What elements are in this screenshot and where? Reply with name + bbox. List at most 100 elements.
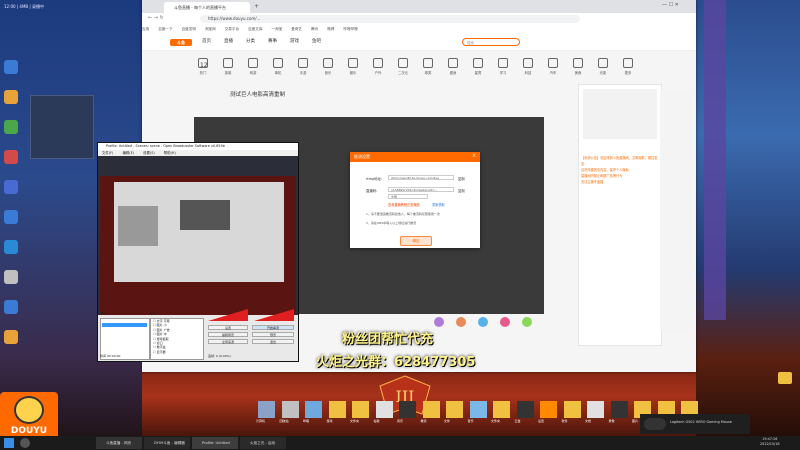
- app-icon[interactable]: [4, 150, 18, 164]
- app-icon[interactable]: [4, 180, 18, 194]
- category-item[interactable]: 手游: [292, 56, 314, 82]
- app-icon[interactable]: [4, 210, 18, 224]
- gift-icon[interactable]: [434, 317, 444, 327]
- gift-icon[interactable]: [522, 317, 532, 327]
- taskbar-app[interactable]: Profile: Untitled: [192, 437, 238, 449]
- sources-list[interactable]: ☐ 文字 字幕 ☐ 图片 小 ☐ 图片 广告 ☐ 图片 中 ☐ 游戏截取 ☐ 窗…: [150, 318, 204, 360]
- edit-scene-button[interactable]: 编辑场景: [208, 332, 248, 337]
- bookmark-item[interactable]: 百度文库: [248, 27, 262, 31]
- gift-icon[interactable]: [478, 317, 488, 327]
- category-item[interactable]: 科技: [517, 56, 539, 82]
- taskbar-app[interactable]: 火炬之光 - 启动: [240, 437, 286, 449]
- bookmark-item[interactable]: 微博: [327, 27, 334, 31]
- category-item[interactable]: 星秀: [467, 56, 489, 82]
- search-icon[interactable]: [20, 438, 30, 448]
- folder-icon[interactable]: [778, 372, 792, 384]
- desktop-file-icon[interactable]: [258, 401, 275, 418]
- source-item[interactable]: ☐ 显示器: [151, 350, 203, 354]
- taskbar-app[interactable]: DY09斗鱼 - 编辑器: [144, 437, 190, 449]
- browser-tab[interactable]: 斗鱼直播 - 每个人的直播平台: [164, 2, 250, 13]
- copy-rtmp-button[interactable]: 复制: [458, 176, 465, 181]
- bookmark-item[interactable]: 百度发明: [182, 27, 196, 31]
- close-icon[interactable]: ×: [472, 153, 476, 159]
- desktop-file-icon[interactable]: [516, 401, 534, 418]
- desktop-file-icon[interactable]: [563, 401, 581, 418]
- desktop-file-icon[interactable]: [352, 401, 369, 418]
- bookmark-item[interactable]: 一淘宝: [271, 27, 282, 31]
- app-icon[interactable]: [4, 120, 18, 134]
- obs-menu-item[interactable]: 设置(S): [143, 151, 155, 155]
- category-item[interactable]: 二次元: [392, 56, 414, 82]
- bookmark-item[interactable]: 爱奇艺: [291, 27, 302, 31]
- bookmark-item[interactable]: 交易平台: [225, 27, 239, 31]
- taskbar-clock[interactable]: 19:47:26 2022/10/18: [760, 437, 780, 447]
- desktop-file-icon[interactable]: [305, 401, 322, 418]
- taskbar-app[interactable]: 斗鱼直播 - 网页: [96, 437, 142, 449]
- gift-icon[interactable]: [500, 317, 510, 327]
- obs-menu-item[interactable]: 帮助(H): [164, 151, 176, 155]
- refresh-link[interactable]: 重新获取: [432, 202, 445, 207]
- desktop-file-icon[interactable]: [446, 401, 463, 418]
- category-item[interactable]: 美食: [567, 56, 589, 82]
- nav-item[interactable]: 分类: [246, 38, 255, 46]
- bookmark-item[interactable]: 淘宝网: [205, 27, 216, 31]
- app-icon[interactable]: [4, 270, 18, 284]
- desktop-file-icon[interactable]: [399, 401, 416, 418]
- app-icon[interactable]: [4, 90, 18, 104]
- tutorial-link[interactable]: 查看直播教程正常播放: [388, 202, 420, 207]
- category-item[interactable]: 健身: [442, 56, 464, 82]
- nav-item[interactable]: 赛事: [268, 38, 277, 46]
- exit-button[interactable]: 退出: [252, 339, 294, 344]
- category-item[interactable]: 音乐: [317, 56, 339, 82]
- nav-item[interactable]: 鱼吧: [312, 38, 321, 46]
- new-tab-icon[interactable]: +: [254, 3, 259, 10]
- category-item[interactable]: 娱乐: [342, 56, 364, 82]
- preview-button[interactable]: 预览: [252, 332, 294, 337]
- nav-item[interactable]: 首页: [202, 38, 211, 46]
- douyu-site-logo[interactable]: 斗鱼: [170, 39, 192, 46]
- rtmp-field[interactable]: rtmp://sendtc3a.douyu.com/live: [388, 175, 454, 180]
- desktop-file-icon[interactable]: [610, 401, 628, 418]
- start-stream-button[interactable]: 开始串流: [252, 325, 294, 330]
- bookmark-item[interactable]: 腾讯: [311, 27, 318, 31]
- window-controls-icon[interactable]: — ☐ ✕: [662, 2, 679, 8]
- category-item[interactable]: 球类: [417, 56, 439, 82]
- desktop-file-icon[interactable]: [587, 401, 604, 418]
- obs-menu-item[interactable]: 文件(F): [102, 151, 113, 155]
- confirm-button[interactable]: 确定: [400, 236, 432, 246]
- code-field[interactable]: 1156890rVb5c41?wsSecret=...: [388, 187, 454, 192]
- category-item[interactable]: 网游: [242, 56, 264, 82]
- global-sources-button[interactable]: 全局来源: [208, 339, 248, 344]
- category-item[interactable]: 学习: [492, 56, 514, 82]
- copy-code-button[interactable]: 复制: [458, 188, 465, 193]
- app-icon[interactable]: [4, 60, 18, 74]
- nav-item[interactable]: 游戏: [290, 38, 299, 46]
- desktop-file-icon[interactable]: [375, 401, 393, 418]
- nav-item[interactable]: 直播: [224, 38, 233, 46]
- bookmark-item[interactable]: 哔哩哔哩: [343, 27, 357, 31]
- category-item[interactable]: 英雄: [217, 56, 239, 82]
- category-item[interactable]: 汽车: [542, 56, 564, 82]
- desktop-file-icon[interactable]: [540, 401, 557, 418]
- category-item[interactable]: 单机: [267, 56, 289, 82]
- line-select[interactable]: 全部: [388, 194, 428, 199]
- start-icon[interactable]: [4, 438, 14, 448]
- bookmark-item[interactable]: 百度一下: [158, 27, 172, 31]
- app-icon[interactable]: [4, 300, 18, 314]
- app-icon[interactable]: [4, 240, 18, 254]
- scene-item[interactable]: [102, 323, 147, 327]
- desktop-file-icon[interactable]: [493, 401, 510, 418]
- category-item[interactable]: 热门: [192, 56, 214, 82]
- app-icon[interactable]: [4, 330, 18, 344]
- category-item[interactable]: 光影: [592, 56, 614, 82]
- obs-menu-item[interactable]: 编辑(E): [122, 151, 134, 155]
- site-search-input[interactable]: 搜索: [462, 38, 520, 46]
- desktop-file-icon[interactable]: [328, 401, 346, 418]
- url-input[interactable]: https://www.douyu.com/...: [200, 15, 580, 23]
- obs-settings-button[interactable]: 设置: [208, 325, 248, 330]
- desktop-file-icon[interactable]: [469, 401, 487, 418]
- category-item[interactable]: 更多: [617, 56, 639, 82]
- category-item[interactable]: 户外: [367, 56, 389, 82]
- bookmark-item[interactable]: 应用: [142, 27, 149, 31]
- desktop-file-icon[interactable]: [281, 401, 299, 418]
